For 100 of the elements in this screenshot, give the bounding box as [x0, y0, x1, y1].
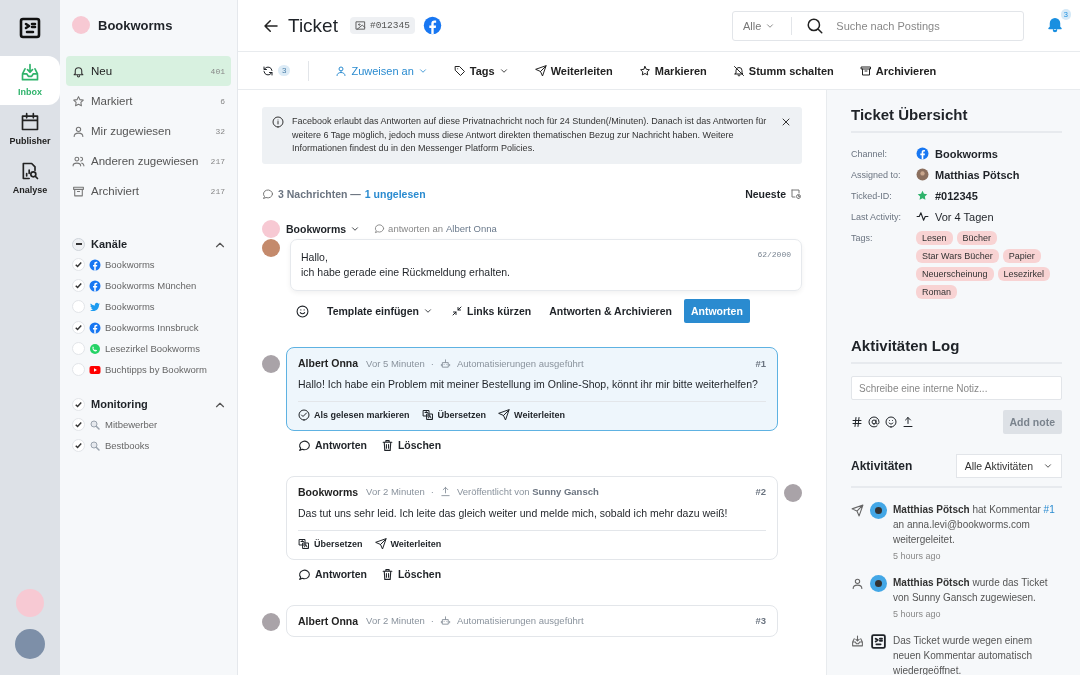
reply-archive-button[interactable]: Antworten & Archivieren — [549, 305, 672, 317]
close-icon — [780, 116, 792, 128]
page-title: Ticket — [288, 14, 338, 37]
section-title: Kanäle — [91, 238, 129, 250]
unread-link[interactable]: 1 ungelesen — [364, 187, 426, 200]
activity-text: Matthias Pötsch wurde das Ticket von Sunny Gansch zugewiesen. — [893, 576, 1049, 605]
section-title: Monitoring — [91, 398, 149, 410]
checkbox[interactable] — [72, 439, 85, 452]
filter-dropdown[interactable]: Alle — [743, 16, 793, 35]
channel-name: Bookworms — [105, 301, 155, 312]
shorten-links-button[interactable]: Links kürzen — [451, 305, 532, 317]
tag-chip: Bücher — [956, 231, 998, 245]
reply-box[interactable]: Hallo, ich habe gerade eine Rückmeldung erhalten. 62/2000 — [290, 238, 802, 291]
image-icon — [354, 20, 366, 31]
avatar — [262, 612, 280, 631]
folder-item[interactable]: Archiviert 217 — [66, 176, 231, 206]
message-action[interactable]: Übersetzen — [421, 408, 487, 421]
toolbar-button[interactable]: Tags — [453, 64, 509, 77]
toolbar-button[interactable]: Zuweisen an — [335, 64, 428, 77]
message-action[interactable]: Antworten — [298, 567, 367, 581]
folder-item[interactable]: Markiert 6 — [66, 86, 231, 116]
checkbox[interactable] — [72, 342, 85, 355]
muted-bell-icon — [732, 64, 745, 77]
brand-avatar — [72, 16, 90, 34]
checkbox[interactable] — [72, 418, 85, 431]
search-icon — [89, 439, 101, 452]
activity-filter-dropdown[interactable]: Alle Aktivitäten — [955, 454, 1062, 478]
inbox-icon — [851, 635, 864, 648]
toolbar-button[interactable]: Stumm schalten — [732, 64, 834, 77]
account-dropdown[interactable]: Bookworms — [286, 222, 361, 235]
speech-bubble-icon — [262, 187, 274, 200]
checkbox[interactable] — [72, 300, 85, 313]
search-field[interactable]: Suche nach Postings — [834, 18, 1013, 33]
separator-dot: · — [430, 615, 434, 626]
message-number: #1 — [755, 357, 766, 369]
checkbox[interactable] — [72, 397, 85, 411]
tag-chip: Lesezirkel — [997, 267, 1051, 281]
trash-icon — [380, 567, 394, 581]
caret-icon — [1043, 461, 1053, 471]
facebook-icon — [916, 147, 929, 160]
template-dropdown[interactable]: Template einfügen — [327, 305, 433, 317]
note-field[interactable]: Schreibe eine interne Notiz... — [851, 376, 1062, 400]
logo-icon — [18, 16, 42, 40]
user-icon — [335, 64, 348, 77]
message-action[interactable]: Übersetzen — [298, 537, 363, 550]
checkbox[interactable] — [72, 321, 85, 334]
notice-text: Facebook erlaubt das Antworten auf diese Privatnachricht noch für 24 Stunden(/Minuten). Danach ist das Antworten für weitere 6 Tage möglich, jedoch muss diese Antwort direkten thematischen Bezug zur Nachricht haben. Weitere Informationen findest du in den Messenger Platform Policies. — [292, 115, 768, 155]
bell-icon — [72, 64, 85, 78]
avatar — [262, 355, 280, 373]
message-action[interactable]: Weiterleiten — [498, 408, 565, 421]
mention-button[interactable] — [868, 416, 880, 428]
emoji-button[interactable] — [296, 304, 309, 318]
channel-name: Buchtipps by Bookworm — [105, 364, 207, 375]
message-meta: Automatisierungen ausgeführt — [456, 615, 584, 626]
field-value: #012345 — [935, 189, 978, 202]
tag-chip: Star Wars Bücher — [916, 249, 999, 263]
message-meta: Veröffentlicht von Sunny Gansch — [456, 486, 599, 498]
folder-item[interactable]: Mir zugewiesen 32 — [66, 116, 231, 146]
facebook-icon — [89, 279, 101, 292]
brand-avatar — [262, 219, 280, 238]
folder-item[interactable]: Anderen zugewiesen 217 — [66, 146, 231, 176]
message-action[interactable]: Antworten — [298, 438, 367, 452]
refresh-button[interactable]: 3 — [262, 60, 310, 81]
nav-item[interactable]: Publisher — [0, 105, 60, 154]
checkbox[interactable] — [72, 363, 85, 376]
message-action[interactable]: Als gelesen markieren — [298, 408, 410, 421]
toolbar-button[interactable]: Markieren — [638, 64, 707, 77]
hash-icon — [851, 416, 863, 428]
comment-link[interactable]: #1 — [1043, 504, 1055, 515]
folder-item[interactable]: Neu 401 — [66, 56, 231, 86]
avatar — [784, 483, 802, 502]
field-value: Matthias Pötsch — [935, 168, 1020, 181]
speech-bubble-icon — [374, 223, 386, 234]
reply-text: Hallo, ich habe gerade eine Rückmeldung erhalten. — [301, 249, 511, 281]
message-time: Vor 2 Minuten — [366, 615, 425, 626]
message-count: 3 Nachrichten — — [278, 187, 361, 200]
message-action[interactable]: Löschen — [380, 438, 442, 452]
search-bar[interactable]: Alle Suche nach Postings — [732, 10, 1024, 41]
tag-icon — [453, 64, 466, 77]
hashtag-button[interactable] — [851, 416, 863, 428]
message-action[interactable]: Löschen — [380, 567, 442, 581]
smiley-icon — [885, 416, 897, 428]
checkbox[interactable] — [72, 237, 85, 251]
checkbox[interactable] — [72, 258, 85, 271]
bird-icon — [89, 300, 101, 313]
logo-icon — [870, 633, 887, 650]
tag-chip: Neuerscheinung — [916, 267, 994, 281]
toolbar-button[interactable]: Archivieren — [859, 64, 937, 77]
nav-item[interactable]: Analyse — [0, 154, 60, 203]
toolbar-button[interactable]: Weiterleiten — [534, 64, 613, 77]
author-name: Albert Onna — [298, 614, 359, 627]
sort-button[interactable]: Neueste — [745, 187, 802, 200]
search-icon — [89, 418, 101, 431]
message-action[interactable]: Weiterleiten — [374, 537, 442, 550]
inbox-icon — [20, 63, 40, 83]
reply-button[interactable]: Antworten — [683, 299, 750, 323]
emoji-button[interactable] — [885, 416, 897, 428]
upload-button[interactable] — [902, 416, 914, 428]
user-icon — [72, 124, 85, 138]
checkbox[interactable] — [72, 279, 85, 292]
